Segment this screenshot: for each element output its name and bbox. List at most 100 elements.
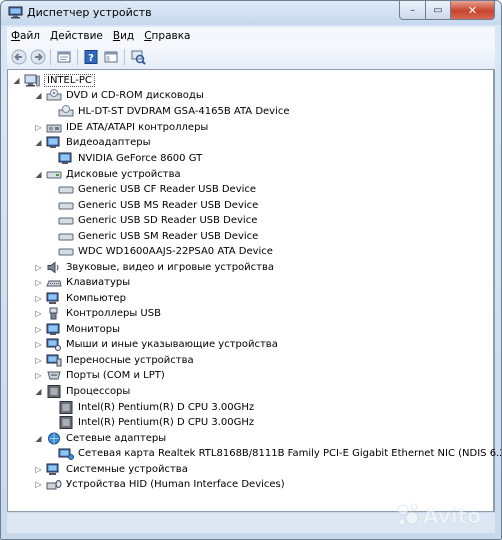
tree-device-item[interactable]: Generic USB CF Reader USB Device: [58, 182, 256, 197]
expand-arrow-icon[interactable]: ▷: [34, 294, 43, 303]
tree-root[interactable]: ◢ INTEL-PC: [12, 73, 95, 88]
tree-category-processors[interactable]: ◢ Процессоры: [34, 384, 130, 399]
expand-arrow-icon[interactable]: ▷: [34, 325, 43, 334]
expand-arrow-icon[interactable]: ▷: [34, 480, 43, 489]
tree-device-item[interactable]: Generic USB MS Reader USB Device: [58, 198, 258, 213]
tree-category-portable[interactable]: ▷ Переносные устройства: [34, 353, 194, 368]
tree-category-ports[interactable]: ▷ Порты (COM и LPT): [34, 368, 165, 383]
watermark-logo: Avito: [395, 501, 495, 529]
tree-category-disk[interactable]: ◢ Дисковые устройства: [34, 167, 180, 182]
tree-category-system[interactable]: ▷ Системные устройства: [34, 462, 188, 477]
device-manager-app-icon: [8, 6, 23, 19]
device-label: Generic USB SD Reader USB Device: [78, 215, 258, 226]
device-label: WDC WD1600AAJS-22PSA0 ATA Device: [78, 246, 273, 257]
tree-category-label: Переносные устройства: [66, 355, 194, 366]
expand-arrow-icon[interactable]: ▷: [34, 309, 43, 318]
expand-arrow-icon[interactable]: ▷: [34, 465, 43, 474]
tree-category-ide[interactable]: ▷ IDE ATA/ATAPI контроллеры: [34, 120, 208, 135]
expand-arrow-icon[interactable]: ▷: [34, 356, 43, 365]
tree-category-computer[interactable]: ▷ Компьютер: [34, 291, 126, 306]
tree-device-item[interactable]: WDC WD1600AAJS-22PSA0 ATA Device: [58, 244, 273, 259]
menu-view[interactable]: Вид: [109, 30, 140, 42]
tree-device-item[interactable]: Generic USB SD Reader USB Device: [58, 213, 257, 228]
expand-arrow-icon[interactable]: ▷: [34, 340, 43, 349]
console-tree-icon[interactable]: [103, 49, 119, 65]
tree-category-sound[interactable]: ▷ Звуковые, видео и игровые устройства: [34, 260, 274, 275]
forward-arrow-icon[interactable]: [30, 49, 46, 65]
window-title: Диспетчер устройств: [27, 6, 152, 19]
network-adapter-icon: [58, 448, 74, 460]
tree-category-label: Устройства HID (Human Interface Devices): [66, 479, 285, 490]
tree-category-usb[interactable]: ▷ Контроллеры USB: [34, 306, 161, 321]
tree-device-item[interactable]: Intel(R) Pentium(R) D CPU 3.00GHz: [58, 400, 254, 415]
properties-icon[interactable]: [56, 49, 72, 65]
tree-category-dvd[interactable]: ◢ DVD и CD-ROM дисководы: [34, 88, 204, 103]
tree-device-item[interactable]: NVIDIA GeForce 8600 GT: [58, 151, 202, 166]
help-icon[interactable]: ?: [83, 49, 99, 65]
collapse-arrow-icon[interactable]: ◢: [34, 434, 43, 443]
tree-category-video[interactable]: ◢ Видеоадаптеры: [34, 135, 150, 150]
toolbar: ?: [7, 45, 495, 70]
tree-category-label: Сетевые адаптеры: [66, 433, 167, 444]
collapse-arrow-icon[interactable]: ◢: [34, 138, 43, 147]
minimize-button[interactable]: –: [399, 1, 426, 20]
device-label: Generic USB CF Reader USB Device: [78, 184, 257, 195]
svg-text:?: ?: [88, 53, 94, 64]
close-button[interactable]: ✕: [451, 1, 495, 20]
tree-category-mice[interactable]: ▷ Мыши и иные указывающие устройства: [34, 337, 278, 352]
menu-file[interactable]: Файл: [7, 30, 46, 42]
tree-category-label: Видеоадаптеры: [66, 137, 151, 148]
computer-icon: [24, 74, 40, 87]
menu-help-rest: правка: [151, 30, 191, 42]
tree-category-label: IDE ATA/ATAPI контроллеры: [66, 122, 209, 133]
tree-category-label: Звуковые, видео и игровые устройства: [66, 262, 275, 273]
back-arrow-icon[interactable]: [11, 49, 27, 65]
tree-category-monitors[interactable]: ▷ Мониторы: [34, 322, 120, 337]
usb-icon: [49, 307, 58, 320]
collapse-arrow-icon[interactable]: ◢: [12, 76, 21, 85]
menu-action[interactable]: Действие: [46, 30, 109, 42]
port-icon: [47, 371, 61, 380]
maximize-button[interactable]: ▭: [426, 1, 451, 20]
tree-device-item[interactable]: HL-DT-ST DVDRAM GSA-4165B ATA Device: [58, 104, 290, 119]
tree-category-network[interactable]: ◢ Сетевые адаптеры: [34, 431, 166, 446]
display-adapter-icon: [58, 152, 72, 164]
menu-file-rest: айл: [20, 30, 41, 42]
hid-icon: [46, 480, 62, 490]
tree-category-label: Порты (COM и LPT): [66, 370, 165, 381]
tree-category-label: Клавиатуры: [66, 277, 131, 288]
scan-hardware-icon[interactable]: [130, 49, 146, 65]
window-controls: – ▭ ✕: [399, 1, 495, 20]
menu-help[interactable]: Справка: [140, 30, 196, 42]
tree-category-label: Системные устройства: [66, 464, 188, 475]
tree-device-item[interactable]: Сетевая карта Realtek RTL8168B/8111B Fam…: [58, 446, 501, 461]
network-adapter-icon: [48, 432, 60, 445]
device-label: HL-DT-ST DVDRAM GSA-4165B ATA Device: [78, 106, 290, 117]
dvd-drive-icon: [58, 105, 74, 117]
menu-action-accel: Д: [50, 30, 59, 42]
disk-drive-icon: [58, 248, 74, 256]
expand-arrow-icon[interactable]: ▷: [34, 371, 43, 380]
expand-arrow-icon[interactable]: ▷: [34, 123, 43, 132]
collapse-arrow-icon[interactable]: ◢: [34, 170, 43, 179]
disk-drive-icon: [58, 202, 74, 210]
processor-icon: [59, 401, 73, 414]
device-tree[interactable]: ◢ INTEL-PC ◢ DVD и CD-ROM дисководы HL-D…: [7, 69, 501, 512]
tree-category-label: Контроллеры USB: [66, 308, 161, 319]
expand-arrow-icon[interactable]: ▷: [34, 278, 43, 287]
disk-drive-icon: [46, 171, 62, 179]
collapse-arrow-icon[interactable]: ◢: [34, 91, 43, 100]
title-bar[interactable]: Диспетчер устройств – ▭ ✕: [1, 1, 501, 25]
tree-device-item[interactable]: Generic USB SM Reader USB Device: [58, 229, 258, 244]
device-manager-window: Диспетчер устройств – ▭ ✕ Файл Действие …: [0, 0, 502, 540]
tree-category-label: Мониторы: [66, 324, 120, 335]
menu-action-rest: ействие: [58, 30, 103, 42]
dvd-drive-icon: [46, 89, 62, 101]
tree-category-keyboard[interactable]: ▷ Клавиатуры: [34, 275, 130, 290]
mouse-icon: [46, 338, 61, 351]
tree-device-item[interactable]: Intel(R) Pentium(R) D CPU 3.00GHz: [58, 415, 254, 430]
monitor-icon: [46, 323, 60, 335]
collapse-arrow-icon[interactable]: ◢: [34, 387, 43, 396]
expand-arrow-icon[interactable]: ▷: [34, 263, 43, 272]
tree-category-hid[interactable]: ▷ Устройства HID (Human Interface Device…: [34, 477, 285, 492]
